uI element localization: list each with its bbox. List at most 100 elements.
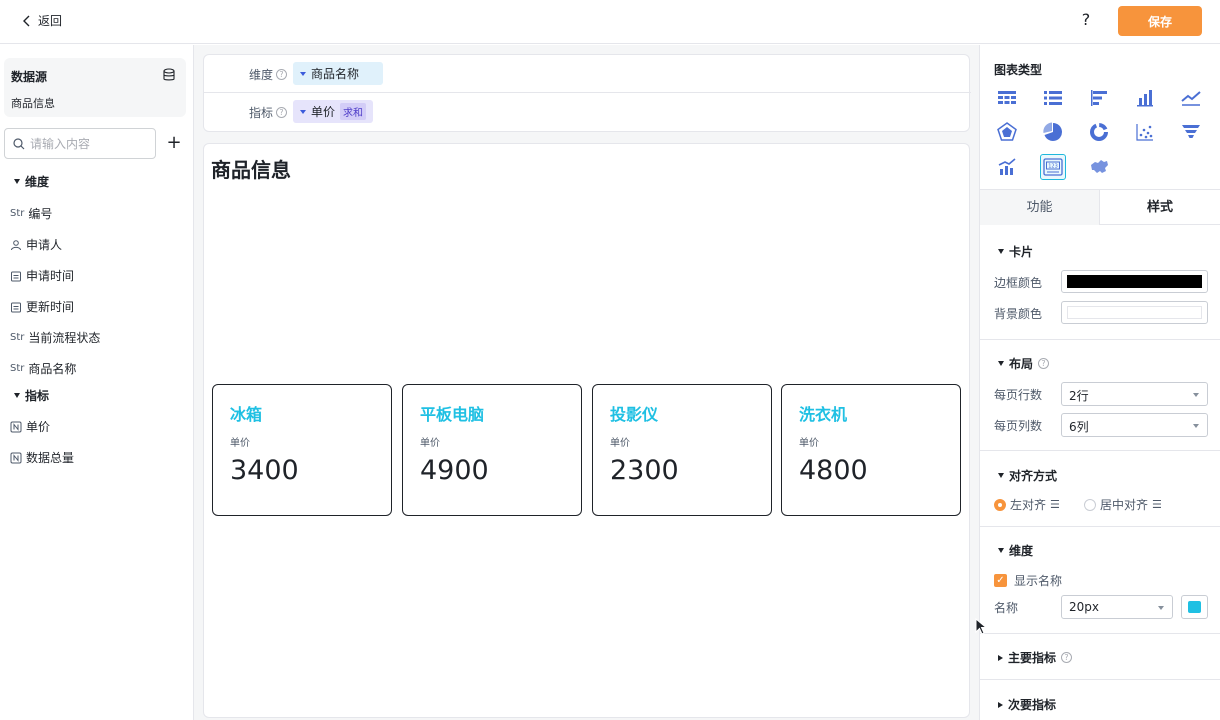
help-circle-icon[interactable]: ? bbox=[1061, 652, 1073, 663]
table-icon[interactable] bbox=[994, 85, 1020, 111]
chart-title: 商品信息 bbox=[211, 158, 291, 182]
kpi-card: 平板电脑 单价 4900 bbox=[402, 384, 582, 516]
save-button[interactable]: 保存 bbox=[1118, 6, 1202, 36]
help-circle-icon[interactable]: ? bbox=[1038, 358, 1050, 369]
align-left-label: 左对齐 bbox=[1010, 498, 1047, 512]
metric-pill[interactable]: 单价 求和 bbox=[293, 100, 374, 123]
align-left-icon: ☰ bbox=[1050, 498, 1060, 511]
kpi-value: 4900 bbox=[420, 455, 489, 486]
string-type-icon: Str bbox=[10, 332, 25, 343]
border-color-picker[interactable] bbox=[1061, 270, 1208, 293]
align-left-radio[interactable]: 左对齐 ☰ bbox=[994, 496, 1060, 513]
line-icon[interactable] bbox=[1178, 85, 1204, 111]
metric-section-label: 指标 bbox=[25, 389, 50, 403]
cols-per-page-select[interactable]: 6列 bbox=[1061, 413, 1208, 437]
kpi-name: 平板电脑 bbox=[420, 405, 485, 424]
radio-dot bbox=[994, 498, 1006, 511]
field-label: 单价 bbox=[26, 420, 51, 434]
show-name-checkbox[interactable]: ✓ 显示名称 bbox=[994, 572, 1062, 589]
field-label: 商品名称 bbox=[28, 362, 77, 376]
border-color-swatch bbox=[1067, 275, 1202, 288]
kpi-name: 投影仪 bbox=[610, 405, 659, 424]
dimension-value: 商品名称 bbox=[311, 67, 360, 81]
name-size-value: 20px bbox=[1069, 600, 1099, 614]
dimension-style-section-header[interactable]: 维度 bbox=[998, 542, 1033, 559]
primary-metric-section-header[interactable]: 主要指标 ? bbox=[998, 649, 1073, 666]
combo-icon[interactable] bbox=[994, 154, 1020, 180]
map-icon[interactable] bbox=[1086, 154, 1112, 180]
bar-icon[interactable] bbox=[1132, 85, 1158, 111]
field-item[interactable]: Str 商品名称 bbox=[10, 360, 76, 377]
tab-function[interactable]: 功能 bbox=[980, 190, 1100, 225]
field-label: 申请人 bbox=[26, 238, 63, 252]
field-item[interactable]: 申请时间 bbox=[10, 267, 74, 284]
dimension-section-header[interactable]: 维度 bbox=[14, 173, 49, 190]
bg-color-picker[interactable] bbox=[1061, 301, 1208, 324]
card-section-header[interactable]: 卡片 bbox=[998, 243, 1033, 260]
bg-color-label: 背景颜色 bbox=[994, 307, 1043, 321]
chevron-down-icon bbox=[1193, 424, 1199, 428]
donut-icon[interactable] bbox=[1086, 119, 1112, 145]
field-item[interactable]: 更新时间 bbox=[10, 298, 74, 315]
dimension-section-label: 维度 bbox=[25, 175, 50, 189]
radar-icon[interactable] bbox=[994, 119, 1020, 145]
layout-section-label: 布局 bbox=[1009, 357, 1034, 371]
field-item[interactable]: 申请人 bbox=[10, 236, 62, 253]
kpi-card: 洗衣机 单价 4800 bbox=[781, 384, 961, 516]
bg-color-swatch bbox=[1067, 306, 1202, 319]
funnel-icon[interactable] bbox=[1178, 119, 1204, 145]
scatter-icon[interactable] bbox=[1132, 119, 1158, 145]
layout-section-header[interactable]: 布局 ? bbox=[998, 355, 1050, 372]
number-type-icon bbox=[10, 421, 22, 432]
primary-metric-section-label: 主要指标 bbox=[1008, 651, 1057, 665]
add-field-button[interactable]: + bbox=[166, 133, 182, 153]
calendar-icon bbox=[11, 271, 21, 281]
field-item[interactable]: 单价 bbox=[10, 418, 50, 435]
search-input[interactable] bbox=[30, 134, 150, 154]
card-section-label: 卡片 bbox=[1009, 245, 1034, 259]
caret-down-icon bbox=[998, 361, 1004, 366]
caret-down-icon bbox=[300, 109, 306, 114]
help-circle-icon[interactable]: ? bbox=[276, 107, 288, 118]
chevron-down-icon bbox=[1193, 393, 1199, 397]
align-center-radio[interactable]: 居中对齐 ☰ bbox=[1084, 496, 1162, 513]
user-icon bbox=[11, 239, 21, 250]
field-label: 数据总量 bbox=[26, 451, 75, 465]
field-search[interactable] bbox=[4, 128, 156, 159]
metric-section-header[interactable]: 指标 bbox=[14, 387, 49, 404]
list-icon[interactable] bbox=[1040, 85, 1066, 111]
database-icon[interactable] bbox=[162, 68, 176, 82]
pie-icon[interactable] bbox=[1040, 119, 1066, 145]
divider bbox=[980, 339, 1220, 340]
align-center-label: 居中对齐 bbox=[1100, 498, 1149, 512]
divider bbox=[980, 526, 1220, 527]
aggregation-badge: 求和 bbox=[340, 103, 367, 120]
caret-right-icon bbox=[998, 654, 1003, 661]
kpi-metric-label: 单价 bbox=[799, 438, 819, 449]
name-size-select[interactable]: 20px bbox=[1061, 595, 1173, 619]
kpi-card: 冰箱 单价 3400 bbox=[212, 384, 392, 516]
help-icon[interactable]: ? bbox=[1078, 10, 1094, 32]
kpi-card-icon[interactable]: 123 bbox=[1040, 154, 1066, 180]
radio-dot bbox=[1084, 498, 1096, 511]
svg-text:123: 123 bbox=[1048, 164, 1058, 170]
secondary-metric-section-header[interactable]: 次要指标 bbox=[998, 696, 1056, 713]
kpi-value: 2300 bbox=[610, 455, 679, 486]
horizontal-bar-icon[interactable] bbox=[1086, 85, 1112, 111]
help-circle-icon[interactable]: ? bbox=[276, 69, 288, 80]
back-button[interactable]: 返回 bbox=[22, 12, 62, 29]
name-color-picker[interactable] bbox=[1181, 595, 1208, 619]
chart-type-title: 图表类型 bbox=[994, 63, 1043, 77]
kpi-name: 洗衣机 bbox=[799, 405, 848, 424]
field-item[interactable]: Str 编号 bbox=[10, 205, 52, 222]
align-section-header[interactable]: 对齐方式 bbox=[998, 467, 1057, 484]
border-color-label: 边框颜色 bbox=[994, 276, 1043, 290]
caret-right-icon bbox=[998, 701, 1003, 708]
tab-style[interactable]: 样式 bbox=[1100, 190, 1220, 225]
field-item[interactable]: Str 当前流程状态 bbox=[10, 329, 100, 346]
right-settings-panel: 图表类型 123 功能 样式 卡片 边框颜色 背景颜色 布局 ? 每页行数 2行… bbox=[979, 45, 1220, 720]
field-item[interactable]: 数据总量 bbox=[10, 449, 74, 466]
dimension-pill[interactable]: 商品名称 bbox=[293, 62, 383, 85]
rows-per-page-select[interactable]: 2行 bbox=[1061, 382, 1208, 406]
caret-down-icon bbox=[998, 548, 1004, 553]
